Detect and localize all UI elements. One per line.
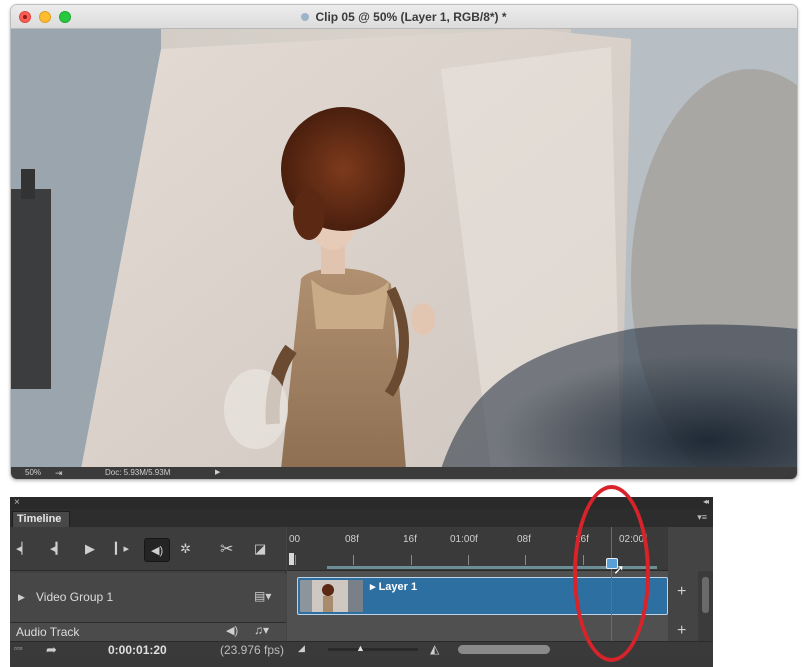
playback-controls: ◂▏ ◂▎ ▶ ▎▸ ◀) ✲ ✂ ◪ xyxy=(10,527,286,571)
expand-track-icon[interactable]: ▶ xyxy=(18,592,25,603)
add-audio-button[interactable]: + xyxy=(677,622,686,640)
title-bar: Clip 05 @ 50% (Layer 1, RGB/8*) * xyxy=(11,5,797,29)
video-group-row[interactable]: ▶ Video Group 1 ▤▾ xyxy=(10,573,286,623)
close-panel-button[interactable]: × xyxy=(14,497,20,508)
window-title: Clip 05 @ 50% (Layer 1, RGB/8*) * xyxy=(11,10,797,24)
zoom-slider-track[interactable] xyxy=(328,648,418,651)
clip-label-text: Layer 1 xyxy=(378,581,418,593)
window-title-text: Clip 05 @ 50% (Layer 1, RGB/8*) * xyxy=(315,10,507,24)
annotation-ellipse xyxy=(573,485,650,662)
add-media-column: + + xyxy=(668,571,698,641)
vertical-scrollbar[interactable] xyxy=(698,571,713,641)
gear-icon[interactable]: ✲ xyxy=(180,541,191,557)
music-note-icon[interactable]: ♫▾ xyxy=(254,623,269,637)
audio-track-label: Audio Track xyxy=(16,625,80,639)
zoom-level[interactable]: 50% xyxy=(25,467,41,479)
audio-track-row[interactable]: Audio Track ◀) ♫▾ xyxy=(10,623,286,641)
ruler-tick xyxy=(525,555,526,565)
ruler-label: 08f xyxy=(345,534,359,545)
export-icon[interactable]: ⇥ xyxy=(55,467,63,479)
track-headers: ◂▏ ◂▎ ▶ ▎▸ ◀) ✲ ✂ ◪ ▶ Video Group 1 ▤▾ A… xyxy=(10,527,286,655)
document-size: Doc: 5.93M/5.93M xyxy=(105,468,171,477)
go-to-first-frame-icon[interactable]: ◂▏ xyxy=(16,542,30,555)
previous-frame-icon[interactable]: ◂▎ xyxy=(50,542,64,555)
speaker-icon: ◀) xyxy=(151,545,164,557)
film-strip-icon[interactable]: ▤▾ xyxy=(254,589,271,603)
ruler-label: 00 xyxy=(289,534,301,545)
next-frame-icon[interactable]: ▎▸ xyxy=(115,542,129,555)
clip-label: ▸ Layer 1 xyxy=(370,581,418,593)
collapse-panel-button[interactable]: ◂◂ xyxy=(703,497,709,506)
tab-timeline[interactable]: Timeline xyxy=(12,511,70,527)
add-media-button[interactable]: + xyxy=(677,583,686,601)
ruler-tick xyxy=(411,555,412,565)
speaker-icon[interactable]: ◀) xyxy=(226,624,238,637)
play-icon[interactable]: ▶ xyxy=(85,541,95,557)
scrollbar-thumb[interactable] xyxy=(702,577,709,613)
current-timecode[interactable]: 0:00:01:20 xyxy=(108,643,167,657)
zoom-in-icon[interactable]: ◭ xyxy=(430,642,439,656)
mute-audio-button[interactable]: ◀) xyxy=(144,538,170,562)
render-video-icon[interactable]: ▫▫▫ xyxy=(14,644,23,653)
panel-menu-button[interactable]: ▾≡ xyxy=(697,512,707,523)
image-canvas[interactable] xyxy=(11,29,797,469)
horizontal-scrollbar-thumb[interactable] xyxy=(458,645,550,654)
ruler-tick xyxy=(353,555,354,565)
transition-icon[interactable]: ◪ xyxy=(254,541,266,557)
ruler-label: 08f xyxy=(517,534,531,545)
status-bar: 50% ⇥ Doc: 5.93M/5.93M ▶ xyxy=(11,467,797,479)
ruler-tick xyxy=(295,555,296,565)
scissors-icon[interactable]: ✂ xyxy=(220,539,233,559)
document-icon xyxy=(301,13,310,21)
status-menu-arrow-icon[interactable]: ▶ xyxy=(215,467,220,479)
photo xyxy=(11,29,797,469)
zoom-slider-thumb[interactable]: ▲ xyxy=(356,643,365,653)
frame-rate: (23.976 fps) xyxy=(220,643,285,657)
ruler-tick xyxy=(468,555,469,565)
ruler-label: 16f xyxy=(403,534,417,545)
ruler-label: 01:00f xyxy=(450,534,478,545)
work-area-start-handle[interactable] xyxy=(289,553,294,565)
document-window: Clip 05 @ 50% (Layer 1, RGB/8*) * 50% ⇥ … xyxy=(10,4,798,480)
video-group-label: Video Group 1 xyxy=(36,590,114,604)
convert-to-frame-animation-icon[interactable]: ➦ xyxy=(46,642,57,658)
zoom-out-icon[interactable]: ◢ xyxy=(298,643,305,654)
clip-thumbnail xyxy=(300,580,363,612)
thumbnail-image xyxy=(300,580,363,612)
